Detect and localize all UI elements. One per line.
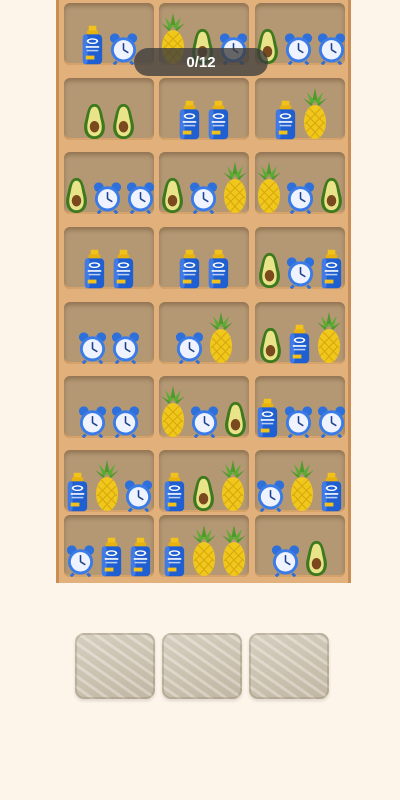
clock-item[interactable] — [316, 398, 346, 438]
clock-item[interactable] — [174, 324, 205, 364]
sunscreen-item[interactable] — [255, 398, 281, 438]
sunscreen-item[interactable] — [205, 100, 232, 140]
clock-item[interactable] — [283, 398, 314, 438]
shelf-slot-r8-c3[interactable] — [255, 515, 345, 577]
sunscreen-item[interactable] — [176, 100, 203, 140]
sunscreen-item[interactable] — [286, 324, 313, 364]
shelf-slot-r6-c1[interactable] — [64, 376, 154, 438]
tray-slot-1[interactable] — [75, 633, 155, 699]
sunscreen-item[interactable] — [98, 537, 125, 577]
avocado-item[interactable] — [81, 102, 108, 140]
shelf-slot-r2-c2[interactable] — [159, 78, 249, 140]
sunscreen-item[interactable] — [79, 25, 106, 65]
shelf-slot-r6-c3[interactable] — [255, 376, 345, 438]
shelf-slot-r2-c3[interactable] — [255, 78, 345, 140]
sunscreen-item[interactable] — [81, 249, 108, 289]
shelf-slot-r4-c3[interactable] — [255, 227, 345, 289]
pineapple-item[interactable] — [93, 460, 121, 512]
clock-item[interactable] — [285, 249, 316, 289]
avocado-item[interactable] — [318, 176, 345, 214]
sunscreen-item[interactable] — [161, 472, 188, 512]
shelf-slot-r7-c1[interactable] — [64, 450, 154, 512]
clock-item[interactable] — [110, 324, 141, 364]
pineapple-item[interactable] — [190, 525, 218, 577]
tray-slot-2[interactable] — [162, 633, 242, 699]
avocado-item[interactable] — [257, 326, 284, 364]
sunscreen-item[interactable] — [176, 249, 203, 289]
pineapple-item[interactable] — [219, 460, 247, 512]
clock-item[interactable] — [123, 472, 154, 512]
clock-item[interactable] — [189, 398, 220, 438]
clock-item[interactable] — [110, 398, 141, 438]
clock-item[interactable] — [255, 472, 286, 512]
pineapple-item[interactable] — [220, 525, 248, 577]
shelf-slot-r4-c1[interactable] — [64, 227, 154, 289]
clock-item[interactable] — [316, 25, 346, 65]
clock-item[interactable] — [65, 537, 96, 577]
pineapple-item[interactable] — [255, 162, 283, 214]
shelf-slot-r8-c2[interactable] — [159, 515, 249, 577]
shelf-slot-r5-c3[interactable] — [255, 302, 345, 364]
shelf-slot-r5-c2[interactable] — [159, 302, 249, 364]
shelf-slot-r8-c1[interactable] — [64, 515, 154, 577]
avocado-item[interactable] — [159, 176, 186, 214]
tray-slot-3[interactable] — [249, 633, 329, 699]
sunscreen-item[interactable] — [205, 249, 232, 289]
pineapple-item[interactable] — [301, 88, 329, 140]
clock-item[interactable] — [92, 174, 123, 214]
clock-item[interactable] — [188, 174, 219, 214]
shelf-slot-r6-c2[interactable] — [159, 376, 249, 438]
shelf-slot-r3-c1[interactable] — [64, 152, 154, 214]
shelf-slot-r7-c3[interactable] — [255, 450, 345, 512]
pineapple-item[interactable] — [207, 312, 235, 364]
avocado-item[interactable] — [256, 251, 283, 289]
clock-item[interactable] — [77, 324, 108, 364]
progress-counter: 0/12 — [134, 48, 268, 76]
avocado-item[interactable] — [110, 102, 137, 140]
pineapple-item[interactable] — [315, 312, 343, 364]
clock-item[interactable] — [125, 174, 155, 214]
sunscreen-item[interactable] — [64, 472, 91, 512]
clock-item[interactable] — [283, 25, 314, 65]
sunscreen-item[interactable] — [110, 249, 137, 289]
shelf-slot-r7-c2[interactable] — [159, 450, 249, 512]
shelf-slot-r3-c2[interactable] — [159, 152, 249, 214]
shelf-slot-r2-c1[interactable] — [64, 78, 154, 140]
shelf-slot-r5-c1[interactable] — [64, 302, 154, 364]
shelf-slot-r3-c3[interactable] — [255, 152, 345, 214]
clock-item[interactable] — [270, 537, 301, 577]
sunscreen-item[interactable] — [272, 100, 299, 140]
pineapple-item[interactable] — [159, 386, 187, 438]
avocado-item[interactable] — [64, 176, 90, 214]
shelf-slot-r4-c2[interactable] — [159, 227, 249, 289]
clock-item[interactable] — [285, 174, 316, 214]
avocado-item[interactable] — [222, 400, 249, 438]
shelf-slot-r1-c3[interactable] — [255, 3, 345, 65]
sunscreen-item[interactable] — [318, 249, 345, 289]
pineapple-item[interactable] — [288, 460, 316, 512]
shelf-board — [56, 0, 351, 583]
clock-item[interactable] — [77, 398, 108, 438]
sunscreen-item[interactable] — [318, 472, 345, 512]
sunscreen-item[interactable] — [161, 537, 188, 577]
pineapple-item[interactable] — [221, 162, 249, 214]
avocado-item[interactable] — [190, 474, 217, 512]
sunscreen-item[interactable] — [127, 537, 154, 577]
avocado-item[interactable] — [303, 539, 330, 577]
